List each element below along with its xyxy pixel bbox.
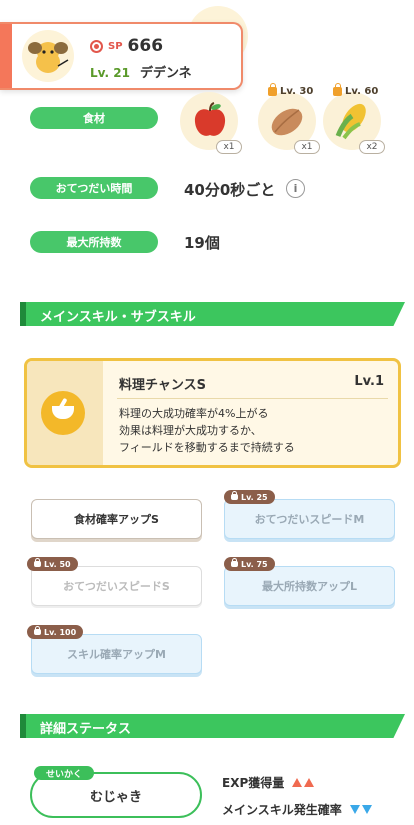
- section-title: 詳細ステータス: [40, 722, 132, 737]
- section-title: メインスキル・サブスキル: [40, 310, 196, 325]
- lock-icon: [34, 558, 41, 567]
- ingredient-slot-1[interactable]: x1: [180, 92, 242, 154]
- cooking-pot-icon: [41, 391, 85, 435]
- section-header-details: 詳細ステータス: [20, 714, 405, 738]
- header-accent-stripe: [0, 24, 12, 88]
- corn-icon: [335, 103, 366, 140]
- stat-up-icon: [292, 778, 315, 787]
- info-icon[interactable]: i: [286, 179, 305, 198]
- ingredient-unlock-level: Lv. 30: [280, 86, 314, 97]
- apple-icon: [194, 102, 226, 136]
- help-time-value: 40分0秒ごと: [184, 181, 276, 199]
- section-header-skills: メインスキル・サブスキル: [20, 302, 405, 326]
- sub-skill-3[interactable]: おてつだいスピードS: [31, 566, 202, 606]
- sp-value: 666: [127, 36, 164, 56]
- cacao-icon: [271, 108, 303, 136]
- stat-row-main-skill: メインスキル発生確率: [222, 801, 372, 818]
- help-time-label: おてつだい時間: [30, 177, 158, 199]
- main-skill-name: 料理チャンスS: [119, 378, 206, 393]
- sub-skill-unlock-badge: Lv. 100: [27, 625, 84, 639]
- nature-tag: せいかく: [34, 766, 94, 780]
- stat-label: メインスキル発生確率: [222, 803, 342, 817]
- sub-skill-4[interactable]: 最大所持数アップL: [224, 566, 395, 606]
- lock-icon: [34, 626, 41, 635]
- sub-skill-2[interactable]: おてつだいスピードM: [224, 499, 395, 539]
- pokemon-avatar: [22, 30, 74, 82]
- pokemon-header-card[interactable]: SP 666 Lv. 21 デデンネ: [0, 22, 243, 90]
- sub-skill-1[interactable]: 食材確率アップS: [31, 499, 202, 539]
- ingredient-count: x1: [216, 140, 242, 154]
- pokemon-level: Lv. 21: [90, 66, 130, 80]
- main-skill-description: 料理の大成功確率が4%上がる 効果は料理が大成功するか、 フィールドを移動するま…: [119, 407, 295, 454]
- main-skill-card[interactable]: 料理チャンスS Lv.1 料理の大成功確率が4%上がる 効果は料理が大成功するか…: [24, 358, 401, 468]
- lock-icon: [231, 491, 238, 500]
- stat-label: EXP獲得量: [222, 776, 285, 790]
- ingredient-unlock-level: Lv. 60: [345, 86, 379, 97]
- ingredient-slot-2[interactable]: Lv. 30 x1: [258, 83, 320, 154]
- ingredient-slot-3[interactable]: Lv. 60 x2: [323, 83, 385, 154]
- sub-skill-unlock-badge: Lv. 50: [27, 557, 78, 571]
- max-carry-value: 19個: [184, 234, 220, 252]
- sp-label: SP: [108, 40, 123, 52]
- lock-icon: [231, 558, 238, 567]
- stat-row-exp: EXP獲得量: [222, 774, 315, 791]
- lock-icon: [268, 83, 277, 96]
- ingredients-label: 食材: [30, 107, 158, 129]
- main-skill-level: Lv.1: [354, 374, 384, 389]
- lock-icon: [333, 83, 342, 96]
- divider: [117, 398, 388, 399]
- stat-down-icon: [349, 805, 372, 814]
- ingredient-count: x2: [359, 140, 385, 154]
- ingredient-count: x1: [294, 140, 320, 154]
- pokemon-name: デデンネ: [139, 66, 192, 81]
- max-carry-label: 最大所持数: [30, 231, 158, 253]
- pokeball-icon: [90, 39, 103, 53]
- sub-skill-unlock-badge: Lv. 75: [224, 557, 275, 571]
- sub-skill-unlock-badge: Lv. 25: [224, 490, 275, 504]
- sub-skill-5[interactable]: スキル確率アップM: [31, 634, 202, 674]
